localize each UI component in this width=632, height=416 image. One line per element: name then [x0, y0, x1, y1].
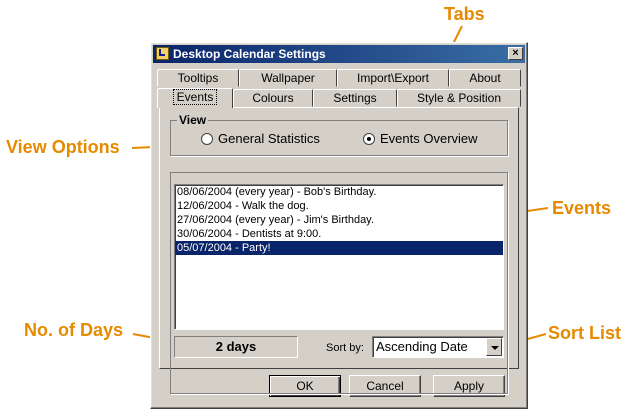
tab-colours[interactable]: Colours — [233, 89, 313, 107]
tab-style-position[interactable]: Style & Position — [397, 89, 521, 107]
tab-label: Tooltips — [177, 71, 219, 85]
settings-dialog: Desktop Calendar Settings × Tooltips Wal… — [150, 42, 528, 409]
list-item[interactable]: 30/06/2004 - Dentists at 9:00. — [175, 227, 503, 241]
radio-label: Events Overview — [380, 131, 478, 146]
tab-label: Colours — [252, 91, 294, 105]
tab-label: Settings — [333, 91, 377, 105]
annotation-view-options: View Options — [6, 137, 120, 157]
list-item[interactable]: 27/06/2004 (every year) - Jim's Birthday… — [175, 213, 503, 227]
annotation-no-of-days: No. of Days — [24, 320, 124, 340]
chevron-down-icon[interactable] — [486, 338, 502, 356]
tab-label: Import\Export — [356, 71, 430, 85]
tab-label: Events — [172, 89, 218, 105]
events-tab-panel: View General Statistics Events Overview … — [159, 107, 519, 394]
tab-about[interactable]: About — [449, 69, 521, 87]
annotation-tabs: Tabs — [444, 4, 485, 24]
title-bar[interactable]: Desktop Calendar Settings × — [153, 45, 525, 63]
app-icon — [156, 47, 169, 60]
days-count-display: 2 days — [174, 336, 298, 358]
radio-label: General Statistics — [218, 131, 320, 146]
sort-select-value: Ascending Date — [376, 339, 468, 354]
tab-label: About — [469, 71, 501, 85]
tab-events[interactable]: Events — [157, 88, 233, 108]
list-item[interactable]: 12/06/2004 - Walk the dog. — [175, 199, 503, 213]
radio-circle-icon — [201, 132, 213, 145]
list-item-selected[interactable]: 05/07/2004 - Party! — [175, 241, 503, 255]
tab-wallpaper[interactable]: Wallpaper — [239, 69, 337, 87]
radio-circle-selected-icon — [363, 132, 375, 145]
annotation-events: Events — [552, 198, 612, 218]
view-legend: View — [177, 113, 209, 127]
tab-label: Wallpaper — [261, 71, 315, 85]
sort-by-label: Sort by: — [326, 342, 364, 354]
close-button[interactable]: × — [508, 47, 523, 60]
annotation-sort-list: Sort List — [548, 323, 622, 343]
list-item[interactable]: 08/06/2004 (every year) - Bob's Birthday… — [175, 185, 503, 199]
window-title: Desktop Calendar Settings — [173, 47, 326, 61]
radio-general-statistics[interactable]: General Statistics — [201, 131, 320, 147]
sort-select[interactable]: Ascending Date — [372, 336, 504, 358]
tab-import-export[interactable]: Import\Export — [337, 69, 449, 87]
tab-tooltips[interactable]: Tooltips — [157, 69, 239, 87]
events-list[interactable]: 08/06/2004 (every year) - Bob's Birthday… — [174, 184, 504, 330]
view-groupbox: View General Statistics Events Overview — [170, 113, 508, 156]
tab-settings[interactable]: Settings — [313, 89, 397, 107]
tab-label: Style & Position — [416, 91, 502, 105]
radio-events-overview[interactable]: Events Overview — [363, 131, 478, 147]
